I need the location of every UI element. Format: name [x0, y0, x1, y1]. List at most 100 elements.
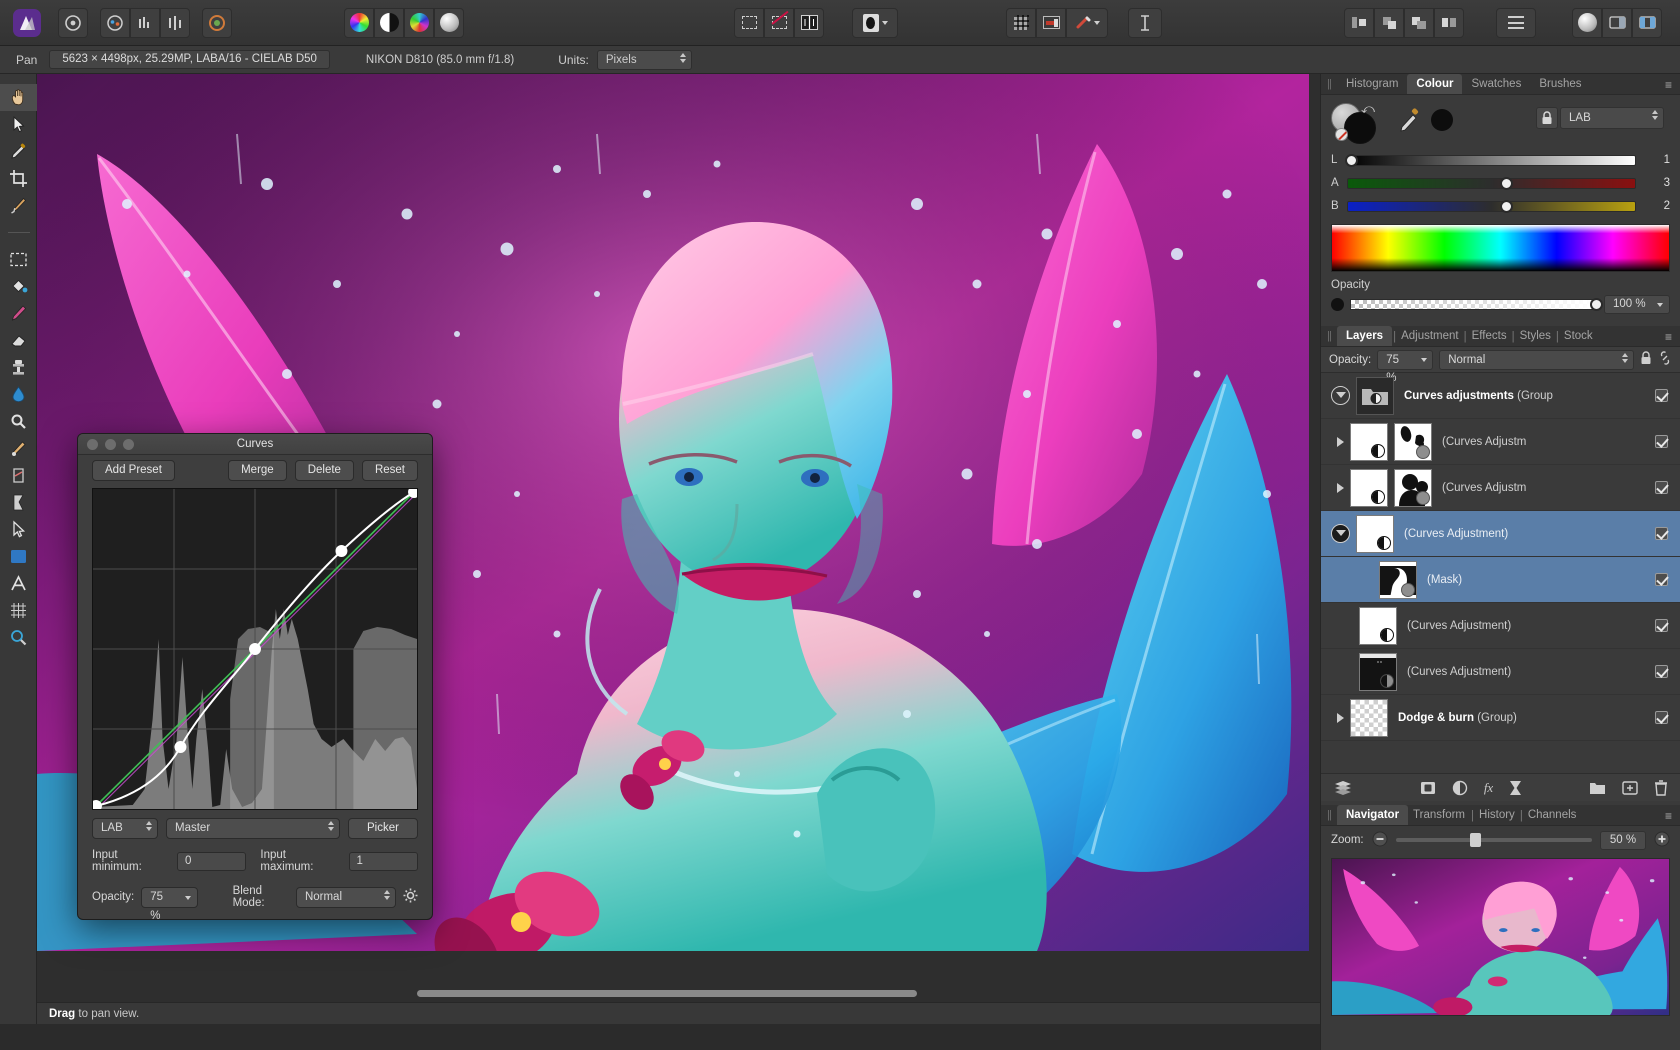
adjustment-icon[interactable]: [1452, 780, 1468, 796]
table-row[interactable]: (Curves Adjustm: [1321, 465, 1680, 511]
input-maximum-field[interactable]: 1: [349, 852, 418, 871]
tab-brushes[interactable]: Brushes: [1530, 74, 1590, 94]
table-row[interactable]: (Curves Adjustment): [1321, 649, 1680, 695]
blend-mode-stepper[interactable]: [384, 890, 390, 900]
erase-tool[interactable]: [0, 327, 37, 354]
tab-effects[interactable]: Effects: [1468, 326, 1511, 346]
studio-two-icon[interactable]: [1602, 8, 1632, 38]
add-preset-button[interactable]: Add Preset: [92, 460, 175, 481]
layers-stack-icon[interactable]: [1333, 780, 1353, 796]
table-row[interactable]: (Curves Adjustment): [1321, 511, 1680, 557]
expand-arrow-icon[interactable]: [1337, 483, 1344, 493]
layer-visibility-checkbox[interactable]: [1655, 573, 1668, 586]
colour-opacity-slider[interactable]: [1350, 299, 1598, 310]
blend-mode-select[interactable]: Normal: [296, 887, 396, 908]
curves-graph[interactable]: [92, 488, 418, 810]
flood-fill-tool[interactable]: [0, 273, 37, 300]
magnet-icon[interactable]: [1066, 8, 1108, 38]
smudge-tool[interactable]: [0, 435, 37, 462]
layer-thumbnail[interactable]: [1359, 653, 1397, 691]
layers-link-icon[interactable]: [1658, 351, 1672, 368]
layers-opacity-select[interactable]: 75 %: [1377, 350, 1433, 370]
crop-tool[interactable]: [0, 165, 37, 192]
panel-grip-icon[interactable]: ||: [1321, 74, 1337, 94]
tab-navigator[interactable]: Navigator: [1337, 805, 1408, 825]
layers-list[interactable]: Curves adjustments (Group (Curves Adjust…: [1321, 373, 1680, 773]
channel-b-slider[interactable]: [1347, 201, 1636, 212]
mesh-warp-tool[interactable]: [0, 597, 37, 624]
table-row[interactable]: (Curves Adjustm: [1321, 419, 1680, 465]
delete-layer-icon[interactable]: [1654, 780, 1668, 796]
zoom-value[interactable]: 50 %: [1600, 831, 1646, 850]
layer-visibility-checkbox[interactable]: [1655, 389, 1668, 402]
tab-styles[interactable]: Styles: [1516, 326, 1555, 346]
table-row[interactable]: Dodge & burn (Group): [1321, 695, 1680, 741]
colour-swatches[interactable]: ⤺: [1331, 103, 1389, 147]
tab-channels[interactable]: Channels: [1524, 805, 1581, 825]
expand-toggle-icon[interactable]: [1331, 524, 1350, 543]
curves-titlebar[interactable]: Curves: [78, 434, 432, 455]
live-filter-icon[interactable]: [1509, 780, 1522, 796]
dodge-tool[interactable]: [0, 408, 37, 435]
channel-l-slider[interactable]: [1347, 155, 1636, 166]
layers-blend-stepper[interactable]: [1622, 353, 1628, 363]
navigator-grip-icon[interactable]: ||: [1321, 805, 1337, 825]
layer-thumbnail[interactable]: [1359, 607, 1397, 645]
layer-visibility-checkbox[interactable]: [1655, 527, 1668, 540]
move-tool[interactable]: [0, 111, 37, 138]
table-row[interactable]: (Curves Adjustment): [1321, 603, 1680, 649]
navigator-menu-icon[interactable]: ≡: [1665, 807, 1680, 825]
zoom-tool[interactable]: [0, 624, 37, 651]
text-frame-icon[interactable]: [1128, 8, 1162, 38]
picker-button[interactable]: Picker: [348, 818, 418, 839]
channel-a-value[interactable]: 3: [1636, 177, 1670, 189]
tab-swatches[interactable]: Swatches: [1462, 74, 1530, 94]
tab-transform[interactable]: Transform: [1408, 805, 1470, 825]
eyedropper-icon[interactable]: [1399, 107, 1421, 133]
input-minimum-field[interactable]: 0: [177, 852, 246, 871]
tab-layers[interactable]: Layers: [1337, 326, 1392, 346]
layer-visibility-checkbox[interactable]: [1655, 711, 1668, 724]
colour-opacity-field[interactable]: 100 %: [1604, 295, 1670, 314]
horizontal-scrollbar[interactable]: [37, 989, 1309, 998]
expand-arrow-icon[interactable]: [1337, 437, 1344, 447]
fx-icon[interactable]: fx: [1484, 780, 1493, 796]
swap-colours-icon[interactable]: ⤺: [1361, 101, 1375, 117]
layer-mask-thumbnail[interactable]: [1394, 469, 1432, 507]
levels-toolbar-icon[interactable]: [160, 8, 190, 38]
layer-thumbnail[interactable]: [1350, 699, 1388, 737]
deselect-icon[interactable]: [764, 8, 794, 38]
clone-tool[interactable]: [0, 354, 37, 381]
inpainting-tool[interactable]: [0, 462, 37, 489]
mask-icon[interactable]: [1420, 781, 1436, 795]
colour-picker-tool[interactable]: [0, 138, 37, 165]
layer-thumbnail[interactable]: [1356, 515, 1394, 553]
develop-persona-icon[interactable]: [404, 8, 434, 38]
view-tool[interactable]: [0, 84, 37, 111]
blemish-tool[interactable]: [0, 489, 37, 516]
liquify-persona-icon[interactable]: [374, 8, 404, 38]
table-row[interactable]: (Mask): [1321, 557, 1680, 603]
navigator-preview[interactable]: [1331, 858, 1670, 1016]
colour-wheel-icon[interactable]: [202, 8, 232, 38]
units-stepper[interactable]: [680, 53, 686, 63]
spacing-icon[interactable]: [1496, 8, 1536, 38]
select-rectangle-icon[interactable]: [734, 8, 764, 38]
channel-l-value[interactable]: 1: [1636, 154, 1670, 166]
colour-mode-select[interactable]: LAB: [1560, 107, 1664, 129]
channel-a-slider[interactable]: [1347, 178, 1636, 189]
layers-blend-select[interactable]: Normal: [1439, 350, 1634, 370]
snapping-icon[interactable]: [1036, 8, 1066, 38]
channel-select[interactable]: Master: [166, 818, 340, 839]
colour-spectrum[interactable]: [1331, 224, 1670, 272]
zoom-out-icon[interactable]: [1372, 831, 1388, 850]
tab-history[interactable]: History: [1475, 805, 1519, 825]
layer-mask-thumbnail[interactable]: [1394, 423, 1432, 461]
studio-three-icon[interactable]: [1632, 8, 1662, 38]
curves-opacity-select[interactable]: 75 %: [141, 887, 197, 908]
layer-thumbnail[interactable]: [1350, 423, 1388, 461]
colourspace-select[interactable]: LAB: [92, 818, 158, 839]
refine-selection-icon[interactable]: [794, 8, 824, 38]
tab-histogram[interactable]: Histogram: [1337, 74, 1407, 94]
layer-mask-thumbnail[interactable]: [1379, 561, 1417, 599]
